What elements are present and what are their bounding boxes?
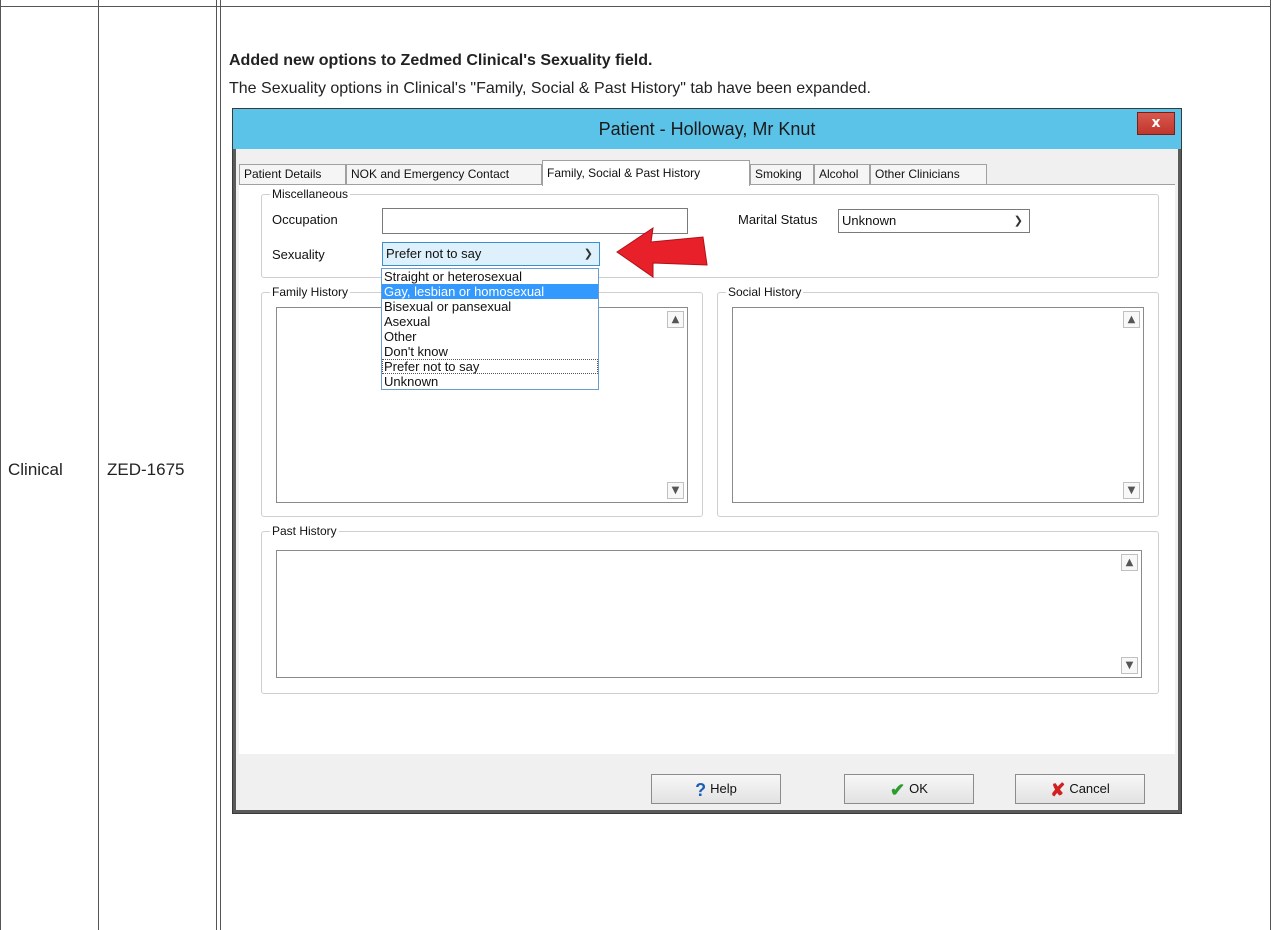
- notes-title: Added new options to Zedmed Clinical's S…: [229, 52, 653, 69]
- checkmark-icon: ✔: [890, 779, 906, 800]
- family-history-legend: Family History: [270, 285, 351, 299]
- sexuality-label: Sexuality: [272, 247, 325, 262]
- sexuality-option[interactable]: Straight or heterosexual: [382, 269, 598, 284]
- ticket-cell: ZED-1675: [107, 460, 185, 479]
- button-bar: ? Help ✔ OK ✘ Cancel: [239, 754, 1175, 809]
- dialog-title: Patient - Holloway, Mr Knut: [233, 109, 1181, 149]
- miscellaneous-legend: Miscellaneous: [270, 187, 351, 201]
- social-history-textarea[interactable]: ▲ ▼: [732, 307, 1144, 503]
- past-history-textarea[interactable]: ▲ ▼: [276, 550, 1142, 678]
- table-border-left: [0, 0, 1, 930]
- tab-strip: Patient Details NOK and Emergency Contac…: [239, 160, 1175, 186]
- tab-patient-details[interactable]: Patient Details: [239, 164, 346, 185]
- occupation-label: Occupation: [272, 212, 338, 227]
- sexuality-option[interactable]: Other: [382, 329, 598, 344]
- sexuality-option[interactable]: Don't know: [382, 344, 598, 359]
- sexuality-option[interactable]: Unknown: [382, 374, 598, 389]
- close-icon: x: [1151, 115, 1161, 131]
- marital-status-select[interactable]: Unknown ❯: [838, 209, 1030, 233]
- table-top-border: [0, 6, 1271, 7]
- scroll-up-icon[interactable]: ▲: [1123, 311, 1140, 328]
- chevron-down-icon: ❯: [583, 248, 593, 260]
- scroll-down-icon[interactable]: ▼: [667, 482, 684, 499]
- scroll-up-icon[interactable]: ▲: [667, 311, 684, 328]
- help-button[interactable]: ? Help: [651, 774, 781, 804]
- table-column-divider: [220, 0, 221, 930]
- past-history-legend: Past History: [270, 524, 339, 538]
- tab-nok-emergency[interactable]: NOK and Emergency Contact: [346, 164, 542, 185]
- sexuality-option[interactable]: Bisexual or pansexual: [382, 299, 598, 314]
- cancel-button[interactable]: ✘ Cancel: [1015, 774, 1145, 804]
- close-button[interactable]: x: [1137, 112, 1175, 135]
- tab-smoking[interactable]: Smoking: [750, 164, 814, 185]
- question-mark-icon: ?: [695, 779, 707, 800]
- sexuality-dropdown-list: Straight or heterosexual Gay, lesbian or…: [381, 268, 599, 390]
- patient-dialog: Patient - Holloway, Mr Knut x Patient De…: [232, 108, 1182, 814]
- tab-other-clinicians[interactable]: Other Clinicians: [870, 164, 987, 185]
- red-arrow-icon: [616, 226, 708, 278]
- scroll-up-icon[interactable]: ▲: [1121, 554, 1138, 571]
- sexuality-option[interactable]: Gay, lesbian or homosexual: [382, 284, 598, 299]
- tab-alcohol[interactable]: Alcohol: [814, 164, 870, 185]
- social-history-group: Social History ▲ ▼: [717, 285, 1159, 517]
- chevron-down-icon: ❯: [1013, 215, 1023, 227]
- ok-button[interactable]: ✔ OK: [844, 774, 974, 804]
- tab-family-social-past-history[interactable]: Family, Social & Past History: [542, 160, 750, 186]
- scroll-down-icon[interactable]: ▼: [1121, 657, 1138, 674]
- social-history-legend: Social History: [726, 285, 804, 299]
- x-icon: ✘: [1050, 779, 1066, 800]
- table-column-divider: [216, 0, 217, 930]
- module-cell: Clinical: [8, 460, 63, 479]
- marital-status-label: Marital Status: [738, 212, 818, 227]
- sexuality-option[interactable]: Asexual: [382, 314, 598, 329]
- notes-body: The Sexuality options in Clinical's "Fam…: [229, 80, 871, 97]
- sexuality-option[interactable]: Prefer not to say: [382, 359, 598, 374]
- past-history-group: Past History ▲ ▼: [261, 524, 1159, 694]
- scroll-down-icon[interactable]: ▼: [1123, 482, 1140, 499]
- sexuality-select[interactable]: Prefer not to say ❯: [382, 242, 600, 266]
- table-column-divider: [98, 0, 99, 930]
